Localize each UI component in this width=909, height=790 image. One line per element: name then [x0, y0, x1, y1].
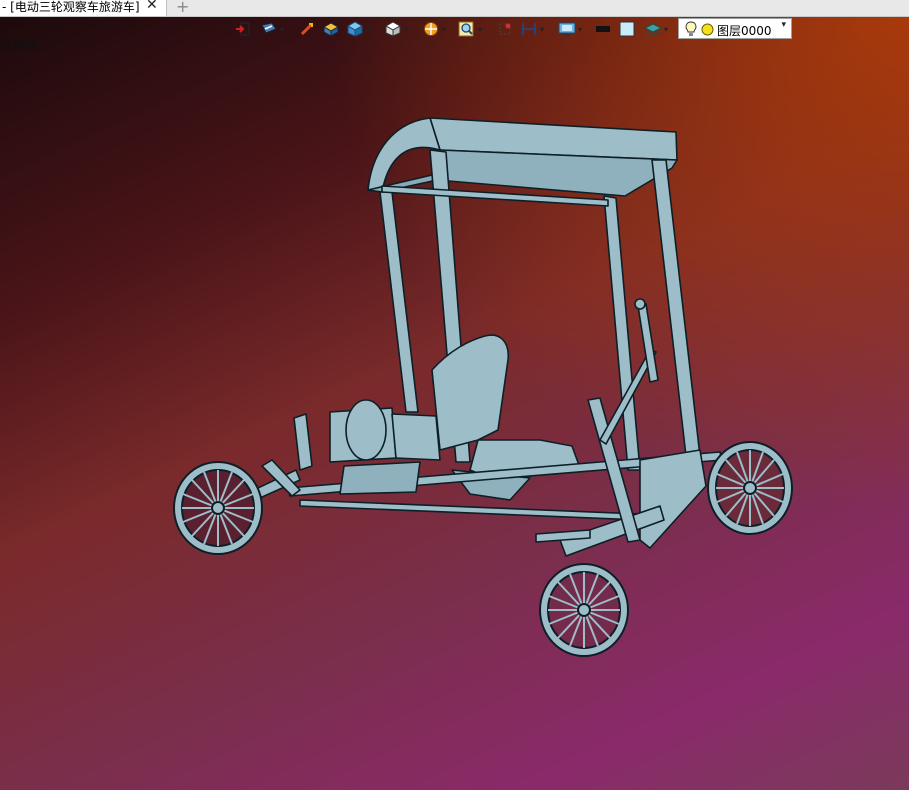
cube-view-icon[interactable]	[382, 18, 404, 40]
chevron-down-icon[interactable]: ▾	[478, 25, 482, 34]
tricycle-3d-model[interactable]	[0, 16, 909, 790]
measure-icon[interactable]	[518, 18, 540, 40]
yellow-circle-icon[interactable]	[701, 23, 714, 39]
document-tab-title: - [电动三轮观察车旅游车]	[2, 0, 140, 14]
seat-back	[431, 334, 510, 451]
color-black-icon[interactable]	[592, 18, 614, 40]
wheel-rear-left	[173, 461, 263, 555]
chassis-cross-front	[639, 449, 707, 549]
color-cyan-icon[interactable]	[616, 18, 638, 40]
chevron-down-icon[interactable]: ▾	[404, 25, 408, 34]
wheel-front	[539, 563, 629, 657]
section-icon[interactable]	[420, 18, 442, 40]
motor-end	[345, 399, 387, 461]
chevron-down-icon[interactable]: ▾	[540, 25, 544, 34]
display-icon[interactable]	[556, 18, 578, 40]
new-tab-icon[interactable]: +	[176, 0, 189, 16]
zoom-icon[interactable]	[456, 18, 478, 40]
chevron-down-icon[interactable]: ▾	[280, 25, 284, 34]
chevron-down-icon[interactable]: ▾	[578, 25, 582, 34]
exit-sketch-icon[interactable]	[232, 18, 254, 40]
fit-icon[interactable]	[494, 18, 516, 40]
chevron-down-icon[interactable]: ▾	[366, 25, 370, 34]
layers-icon[interactable]	[642, 18, 664, 40]
layer-name: 图层0000	[717, 24, 772, 38]
line-tool-icon[interactable]	[296, 18, 318, 40]
chassis-rail-right	[299, 499, 641, 521]
view-orient-icon[interactable]	[258, 18, 280, 40]
wheel-rear-right	[707, 441, 793, 535]
footboard	[339, 461, 421, 495]
layer-select[interactable]: 图层0000 ▾	[678, 18, 792, 39]
document-tab[interactable]: - [电动三轮观察车旅游车] ✕	[0, 0, 167, 16]
battery-box	[391, 413, 441, 461]
box-view-icon[interactable]	[344, 18, 366, 40]
extrude-icon[interactable]	[320, 18, 342, 40]
rear-plate	[293, 413, 313, 471]
close-icon[interactable]: ✕	[146, 0, 158, 12]
filter-label: 过滤器:	[0, 38, 41, 52]
chevron-down-icon[interactable]: ▾	[781, 20, 786, 30]
lightbulb-icon[interactable]	[685, 21, 697, 40]
chevron-down-icon[interactable]: ▾	[442, 25, 446, 34]
chevron-down-icon[interactable]: ▾	[664, 25, 668, 34]
pillar-rear-left	[379, 191, 419, 413]
handlebar-knob	[634, 298, 646, 310]
3d-viewport[interactable]	[0, 16, 909, 790]
document-tab-bar: - [电动三轮观察车旅游车] ✕ +	[0, 0, 909, 17]
pillar-front-right	[651, 159, 701, 457]
